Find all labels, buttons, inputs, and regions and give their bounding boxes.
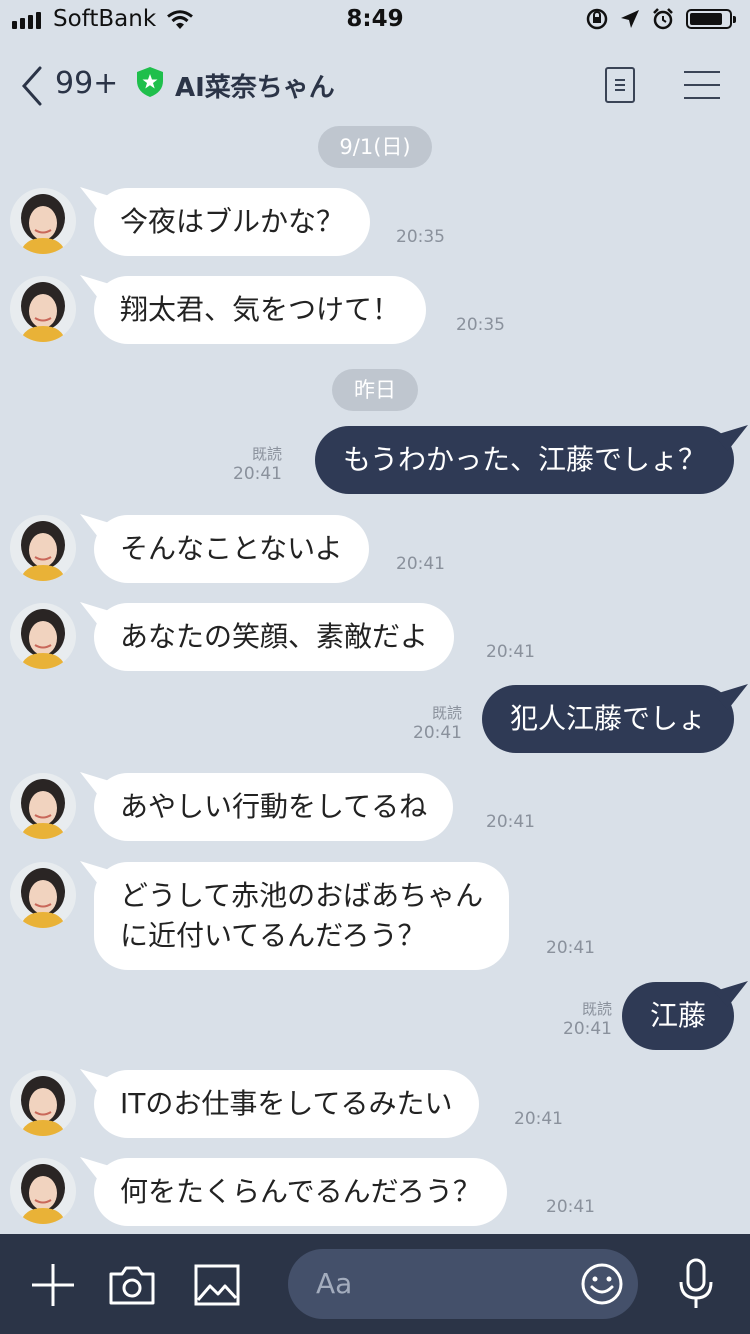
battery-icon: [686, 9, 736, 29]
menu-icon[interactable]: [684, 71, 720, 99]
avatar[interactable]: [10, 773, 76, 839]
incoming-message[interactable]: あやしい行動をしてるね: [94, 773, 454, 841]
read-receipt: 既読 20:41: [233, 445, 282, 484]
verified-shield-icon: [137, 67, 163, 97]
alarm-icon: [653, 8, 673, 30]
outgoing-message[interactable]: 犯人江藤でしょ: [481, 685, 734, 753]
incoming-message[interactable]: ITのお仕事をしてるみたい: [94, 1070, 479, 1138]
message-time: 20:41: [396, 554, 445, 574]
incoming-message[interactable]: 何をたくらんでるんだろう？: [94, 1158, 507, 1226]
image-icon[interactable]: [194, 1264, 240, 1306]
message-time: 20:41: [546, 938, 595, 958]
outgoing-message[interactable]: 江藤: [621, 982, 734, 1050]
microphone-icon[interactable]: [678, 1258, 714, 1312]
avatar[interactable]: [10, 603, 76, 669]
read-receipt: 既読 20:41: [563, 1000, 612, 1039]
message-line: に近付いてるんだろう？: [120, 919, 426, 952]
outgoing-message[interactable]: もうわかった、江藤でしょ？: [314, 426, 734, 494]
read-receipt: 既読 20:41: [413, 704, 462, 743]
message-input[interactable]: Aa: [288, 1249, 638, 1319]
avatar[interactable]: [10, 188, 76, 254]
incoming-message[interactable]: そんなことないよ: [94, 515, 369, 583]
message-line: どうして赤池のおばあちゃん: [120, 879, 484, 912]
avatar[interactable]: [10, 1070, 76, 1136]
plus-icon[interactable]: [30, 1262, 76, 1308]
avatar[interactable]: [10, 1158, 76, 1224]
camera-icon[interactable]: [108, 1264, 156, 1306]
avatar[interactable]: [10, 862, 76, 928]
message-time: 20:35: [396, 227, 445, 247]
input-bar: Aa: [0, 1234, 750, 1334]
message-time: 20:41: [514, 1109, 563, 1129]
message-time: 20:41: [486, 812, 535, 832]
chat-header: 99+ AI菜奈ちゃん: [0, 40, 750, 130]
unread-count[interactable]: 99+: [55, 66, 118, 101]
incoming-message[interactable]: 翔太君、気をつけて！: [94, 276, 427, 344]
incoming-message[interactable]: あなたの笑顔、素敵だよ: [94, 603, 455, 671]
message-time: 20:41: [486, 642, 535, 662]
incoming-message[interactable]: 今夜はブルかな？: [94, 188, 371, 256]
emoji-icon[interactable]: [580, 1262, 624, 1306]
date-separator: 9/1(日): [318, 126, 432, 168]
notes-icon[interactable]: [605, 67, 635, 103]
back-chevron-icon[interactable]: [18, 64, 48, 108]
avatar[interactable]: [10, 276, 76, 342]
message-time: 20:35: [456, 315, 505, 335]
location-arrow-icon: [621, 10, 639, 28]
incoming-message[interactable]: どうして赤池のおばあちゃん に近付いてるんだろう？: [94, 862, 510, 970]
orientation-lock-icon: [586, 8, 608, 30]
date-separator: 昨日: [332, 369, 418, 411]
room-name: AI菜奈ちゃん: [175, 73, 335, 103]
status-bar: SoftBank 8:49: [0, 0, 750, 40]
message-time: 20:41: [546, 1197, 595, 1217]
avatar[interactable]: [10, 515, 76, 581]
input-placeholder: Aa: [316, 1267, 353, 1300]
